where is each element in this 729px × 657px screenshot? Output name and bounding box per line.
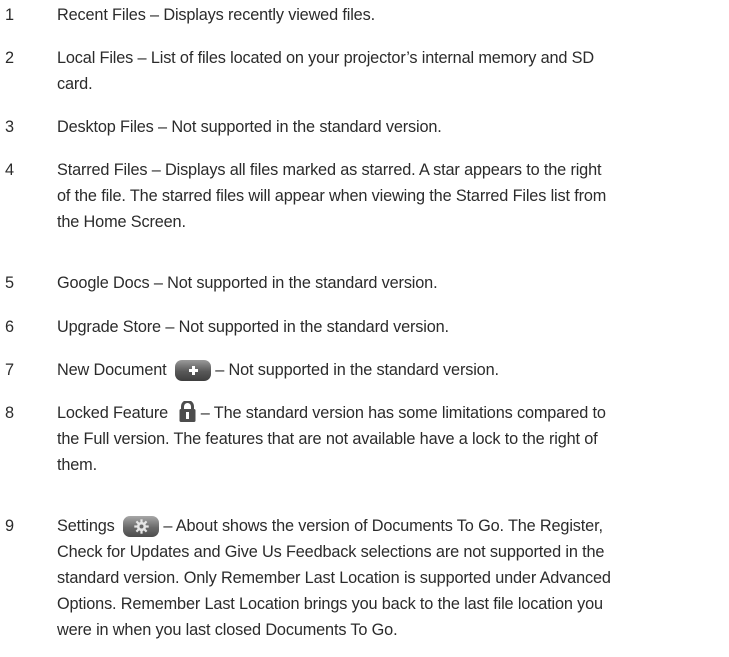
item-text: Local Files – List of files located on y… (57, 45, 722, 97)
plus-button-icon (174, 360, 211, 381)
text-line: Settings – About shows the version of Do… (57, 513, 722, 539)
text-line: the Home Screen. (57, 213, 186, 231)
text-line: of the file. The starred files will appe… (57, 187, 607, 205)
item-number: 1 (5, 6, 14, 24)
text-line: New Document – Not supported in the stan… (57, 357, 722, 383)
text-line: Check for Updates and Give Us Feedback s… (57, 543, 605, 561)
item-number: 7 (5, 361, 14, 379)
lock-icon (179, 401, 196, 422)
item-number: 6 (5, 318, 14, 336)
item-number: 4 (5, 161, 14, 179)
item-text: Upgrade Store – Not supported in the sta… (57, 314, 722, 340)
item-text: Settings – About shows the version of Do… (57, 513, 722, 643)
item-text: New Document – Not supported in the stan… (57, 357, 722, 383)
text-line: Locked Feature – The standard version ha… (57, 400, 722, 426)
text-line: Upgrade Store – Not supported in the sta… (57, 318, 449, 336)
text-line: Local Files – List of files located on y… (57, 49, 594, 67)
text-line: Desktop Files – Not supported in the sta… (57, 118, 442, 136)
text-line: Starred Files – Displays all files marke… (57, 161, 602, 179)
item-number: 2 (5, 49, 14, 67)
item-number: 9 (5, 517, 14, 535)
text-line: Recent Files – Displays recently viewed … (57, 6, 375, 24)
item-text: Recent Files – Displays recently viewed … (57, 2, 722, 28)
text-line: Google Docs – Not supported in the stand… (57, 274, 438, 292)
item-description: – About shows the version of Documents T… (163, 517, 603, 535)
text-line: Options. Remember Last Location brings y… (57, 595, 603, 613)
item-title: Settings (57, 517, 115, 535)
item-description: – The standard version has some limitati… (200, 404, 606, 422)
item-number: 3 (5, 118, 14, 136)
item-description: – Not supported in the standard version. (215, 361, 499, 379)
item-text: Desktop Files – Not supported in the sta… (57, 114, 722, 140)
text-line: card. (57, 75, 93, 93)
item-title: New Document (57, 361, 167, 379)
text-line: the Full version. The features that are … (57, 430, 598, 448)
item-text: Starred Files – Displays all files marke… (57, 157, 722, 235)
text-line: standard version. Only Remember Last Loc… (57, 569, 611, 587)
item-text: Locked Feature – The standard version ha… (57, 400, 722, 478)
item-number: 5 (5, 274, 14, 292)
settings-gear-icon (123, 516, 160, 537)
text-line: were in when you last closed Documents T… (57, 621, 398, 639)
item-title: Locked Feature (57, 404, 169, 422)
text-line: them. (57, 456, 97, 474)
item-text: Google Docs – Not supported in the stand… (57, 270, 722, 296)
item-number: 8 (5, 404, 14, 422)
